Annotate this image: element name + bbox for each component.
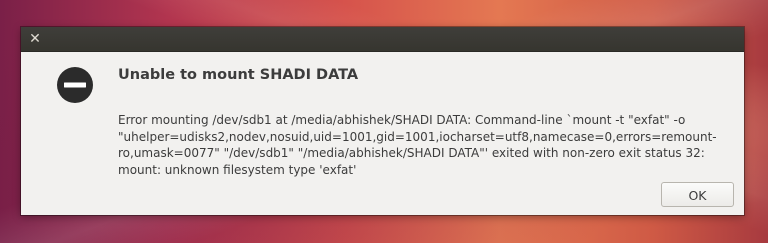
ok-button[interactable]: OK: [661, 182, 734, 207]
error-dialog: ✕ Unable to mount SHADI DATA Error mount…: [21, 27, 744, 215]
error-message: Error mounting /dev/sdb1 at /media/abhis…: [118, 113, 717, 177]
dialog-content: Unable to mount SHADI DATA Error mountin…: [21, 52, 744, 215]
dialog-title: Unable to mount SHADI DATA: [118, 67, 359, 83]
close-icon[interactable]: ✕: [26, 30, 44, 48]
dialog-error-icon: [57, 67, 93, 103]
dialog-titlebar: ✕: [21, 27, 744, 52]
